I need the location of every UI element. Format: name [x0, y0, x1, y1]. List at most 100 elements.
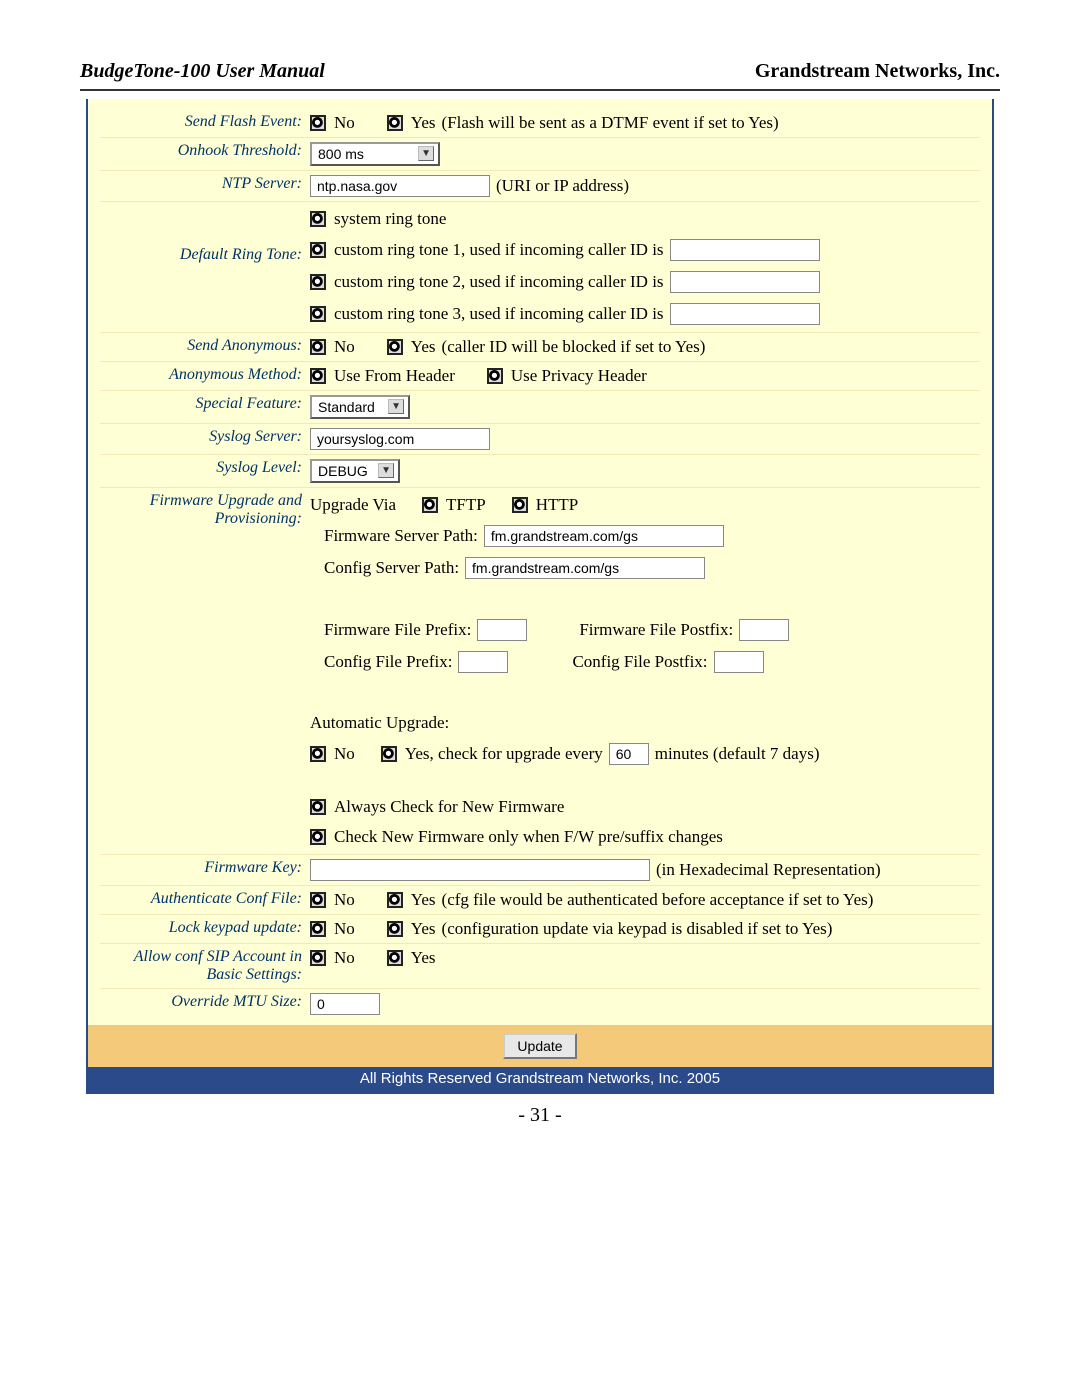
hint-firmware-key: (in Hexadecimal Representation) — [656, 860, 881, 880]
header-title-right: Grandstream Networks, Inc. — [755, 60, 1000, 83]
radio-upgrade-tftp[interactable] — [422, 497, 438, 513]
radio-auto-no[interactable] — [310, 746, 326, 762]
row-lock-keypad: Lock keypad update: No Yes (configuratio… — [100, 915, 980, 944]
opt-ring-c2: custom ring tone 2, used if incoming cal… — [334, 272, 664, 292]
hint-lock: (configuration update via keypad is disa… — [442, 919, 833, 939]
radio-flash-yes[interactable] — [387, 115, 403, 131]
input-ring-c2-callerid[interactable] — [670, 271, 820, 293]
radio-sip-yes[interactable] — [387, 950, 403, 966]
opt-always-check: Always Check for New Firmware — [334, 797, 564, 817]
radio-check-suffix[interactable] — [310, 829, 326, 845]
radio-auth-yes[interactable] — [387, 892, 403, 908]
select-onhook-threshold[interactable]: 800 ms — [310, 142, 440, 166]
label-firmware-key: Firmware Key: — [100, 859, 310, 877]
radio-anonm-from[interactable] — [310, 368, 326, 384]
input-ring-c1-callerid[interactable] — [670, 239, 820, 261]
label-firmware-provisioning: Firmware Upgrade and Provisioning: — [100, 492, 310, 528]
radio-ring-c2[interactable] — [310, 274, 326, 290]
radio-ring-c1[interactable] — [310, 242, 326, 258]
update-button[interactable]: Update — [503, 1033, 576, 1059]
radio-upgrade-http[interactable] — [512, 497, 528, 513]
opt-anonm-privacy: Use Privacy Header — [511, 366, 647, 386]
row-send-flash-event: Send Flash Event: No Yes (Flash will be … — [100, 109, 980, 138]
row-allow-sip-basic: Allow conf SIP Account in Basic Settings… — [100, 944, 980, 989]
row-firmware-provisioning: Firmware Upgrade and Provisioning: Upgra… — [100, 488, 980, 855]
opt-anonm-from: Use From Header — [334, 366, 455, 386]
opt-ring-c3: custom ring tone 3, used if incoming cal… — [334, 304, 664, 324]
opt-anon-yes: Yes — [411, 337, 436, 357]
opt-lock-yes: Yes — [411, 919, 436, 939]
page-number: - 31 - — [80, 1104, 1000, 1127]
input-ring-c3-callerid[interactable] — [670, 303, 820, 325]
input-fw-file-postfix[interactable] — [739, 619, 789, 641]
hint-anon: (caller ID will be blocked if set to Yes… — [442, 337, 706, 357]
row-default-ring-tone: Default Ring Tone: system ring tone cust… — [100, 202, 980, 333]
label-cfg-server-path: Config Server Path: — [324, 558, 459, 578]
opt-sip-yes: Yes — [411, 948, 436, 968]
input-syslog-server[interactable] — [310, 428, 490, 450]
form-area: Send Flash Event: No Yes (Flash will be … — [88, 99, 992, 1025]
select-syslog-level[interactable]: DEBUG — [310, 459, 400, 483]
label-anonymous-method: Anonymous Method: — [100, 366, 310, 384]
input-fw-file-prefix[interactable] — [477, 619, 527, 641]
radio-lock-no[interactable] — [310, 921, 326, 937]
radio-auto-yes[interactable] — [381, 746, 397, 762]
opt-http: HTTP — [536, 495, 579, 515]
document-header: BudgeTone-100 User Manual Grandstream Ne… — [80, 60, 1000, 91]
opt-flash-yes: Yes — [411, 113, 436, 133]
label-cfg-file-postfix: Config File Postfix: — [572, 652, 707, 672]
hint-auth: (cfg file would be authenticated before … — [442, 890, 874, 910]
opt-sip-no: No — [334, 948, 355, 968]
radio-ring-c3[interactable] — [310, 306, 326, 322]
opt-anon-no: No — [334, 337, 355, 357]
radio-sip-no[interactable] — [310, 950, 326, 966]
radio-auth-no[interactable] — [310, 892, 326, 908]
button-bar: Update — [88, 1025, 992, 1067]
label-fw-server-path: Firmware Server Path: — [324, 526, 478, 546]
label-lock-keypad: Lock keypad update: — [100, 919, 310, 937]
config-panel: Send Flash Event: No Yes (Flash will be … — [86, 99, 994, 1094]
row-special-feature: Special Feature: Standard — [100, 391, 980, 424]
label-auth-conf-file: Authenticate Conf File: — [100, 890, 310, 908]
radio-always-check[interactable] — [310, 799, 326, 815]
input-ntp-server[interactable] — [310, 175, 490, 197]
input-fw-server-path[interactable] — [484, 525, 724, 547]
radio-anonm-privacy[interactable] — [487, 368, 503, 384]
radio-anon-yes[interactable] — [387, 339, 403, 355]
input-cfg-server-path[interactable] — [465, 557, 705, 579]
input-firmware-key[interactable] — [310, 859, 650, 881]
radio-ring-system[interactable] — [310, 211, 326, 227]
row-syslog-level: Syslog Level: DEBUG — [100, 455, 980, 488]
hint-ntp: (URI or IP address) — [496, 176, 629, 196]
opt-auto-yes-post: minutes (default 7 days) — [655, 744, 820, 764]
row-override-mtu: Override MTU Size: — [100, 989, 980, 1019]
hint-flash: (Flash will be sent as a DTMF event if s… — [442, 113, 779, 133]
radio-anon-no[interactable] — [310, 339, 326, 355]
radio-lock-yes[interactable] — [387, 921, 403, 937]
input-cfg-file-prefix[interactable] — [458, 651, 508, 673]
row-syslog-server: Syslog Server: — [100, 424, 980, 455]
label-default-ring-tone: Default Ring Tone: — [100, 206, 310, 264]
row-onhook-threshold: Onhook Threshold: 800 ms — [100, 138, 980, 171]
row-ntp-server: NTP Server: (URI or IP address) — [100, 171, 980, 202]
opt-flash-no: No — [334, 113, 355, 133]
input-cfg-file-postfix[interactable] — [714, 651, 764, 673]
label-onhook-threshold: Onhook Threshold: — [100, 142, 310, 160]
header-title-left: BudgeTone-100 User Manual — [80, 60, 325, 83]
opt-auth-no: No — [334, 890, 355, 910]
radio-flash-no[interactable] — [310, 115, 326, 131]
label-syslog-server: Syslog Server: — [100, 428, 310, 446]
row-auth-conf-file: Authenticate Conf File: No Yes (cfg file… — [100, 886, 980, 915]
opt-ring-c1: custom ring tone 1, used if incoming cal… — [334, 240, 664, 260]
text-upgrade-via: Upgrade Via — [310, 495, 396, 515]
opt-auto-yes-pre: Yes, check for upgrade every — [405, 744, 603, 764]
input-auto-minutes[interactable] — [609, 743, 649, 765]
label-auto-upgrade: Automatic Upgrade: — [310, 713, 449, 733]
input-override-mtu[interactable] — [310, 993, 380, 1015]
label-special-feature: Special Feature: — [100, 395, 310, 413]
page: BudgeTone-100 User Manual Grandstream Ne… — [0, 0, 1080, 1157]
label-send-anonymous: Send Anonymous: — [100, 337, 310, 355]
row-send-anonymous: Send Anonymous: No Yes (caller ID will b… — [100, 333, 980, 362]
select-special-feature[interactable]: Standard — [310, 395, 410, 419]
label-cfg-file-prefix: Config File Prefix: — [324, 652, 452, 672]
